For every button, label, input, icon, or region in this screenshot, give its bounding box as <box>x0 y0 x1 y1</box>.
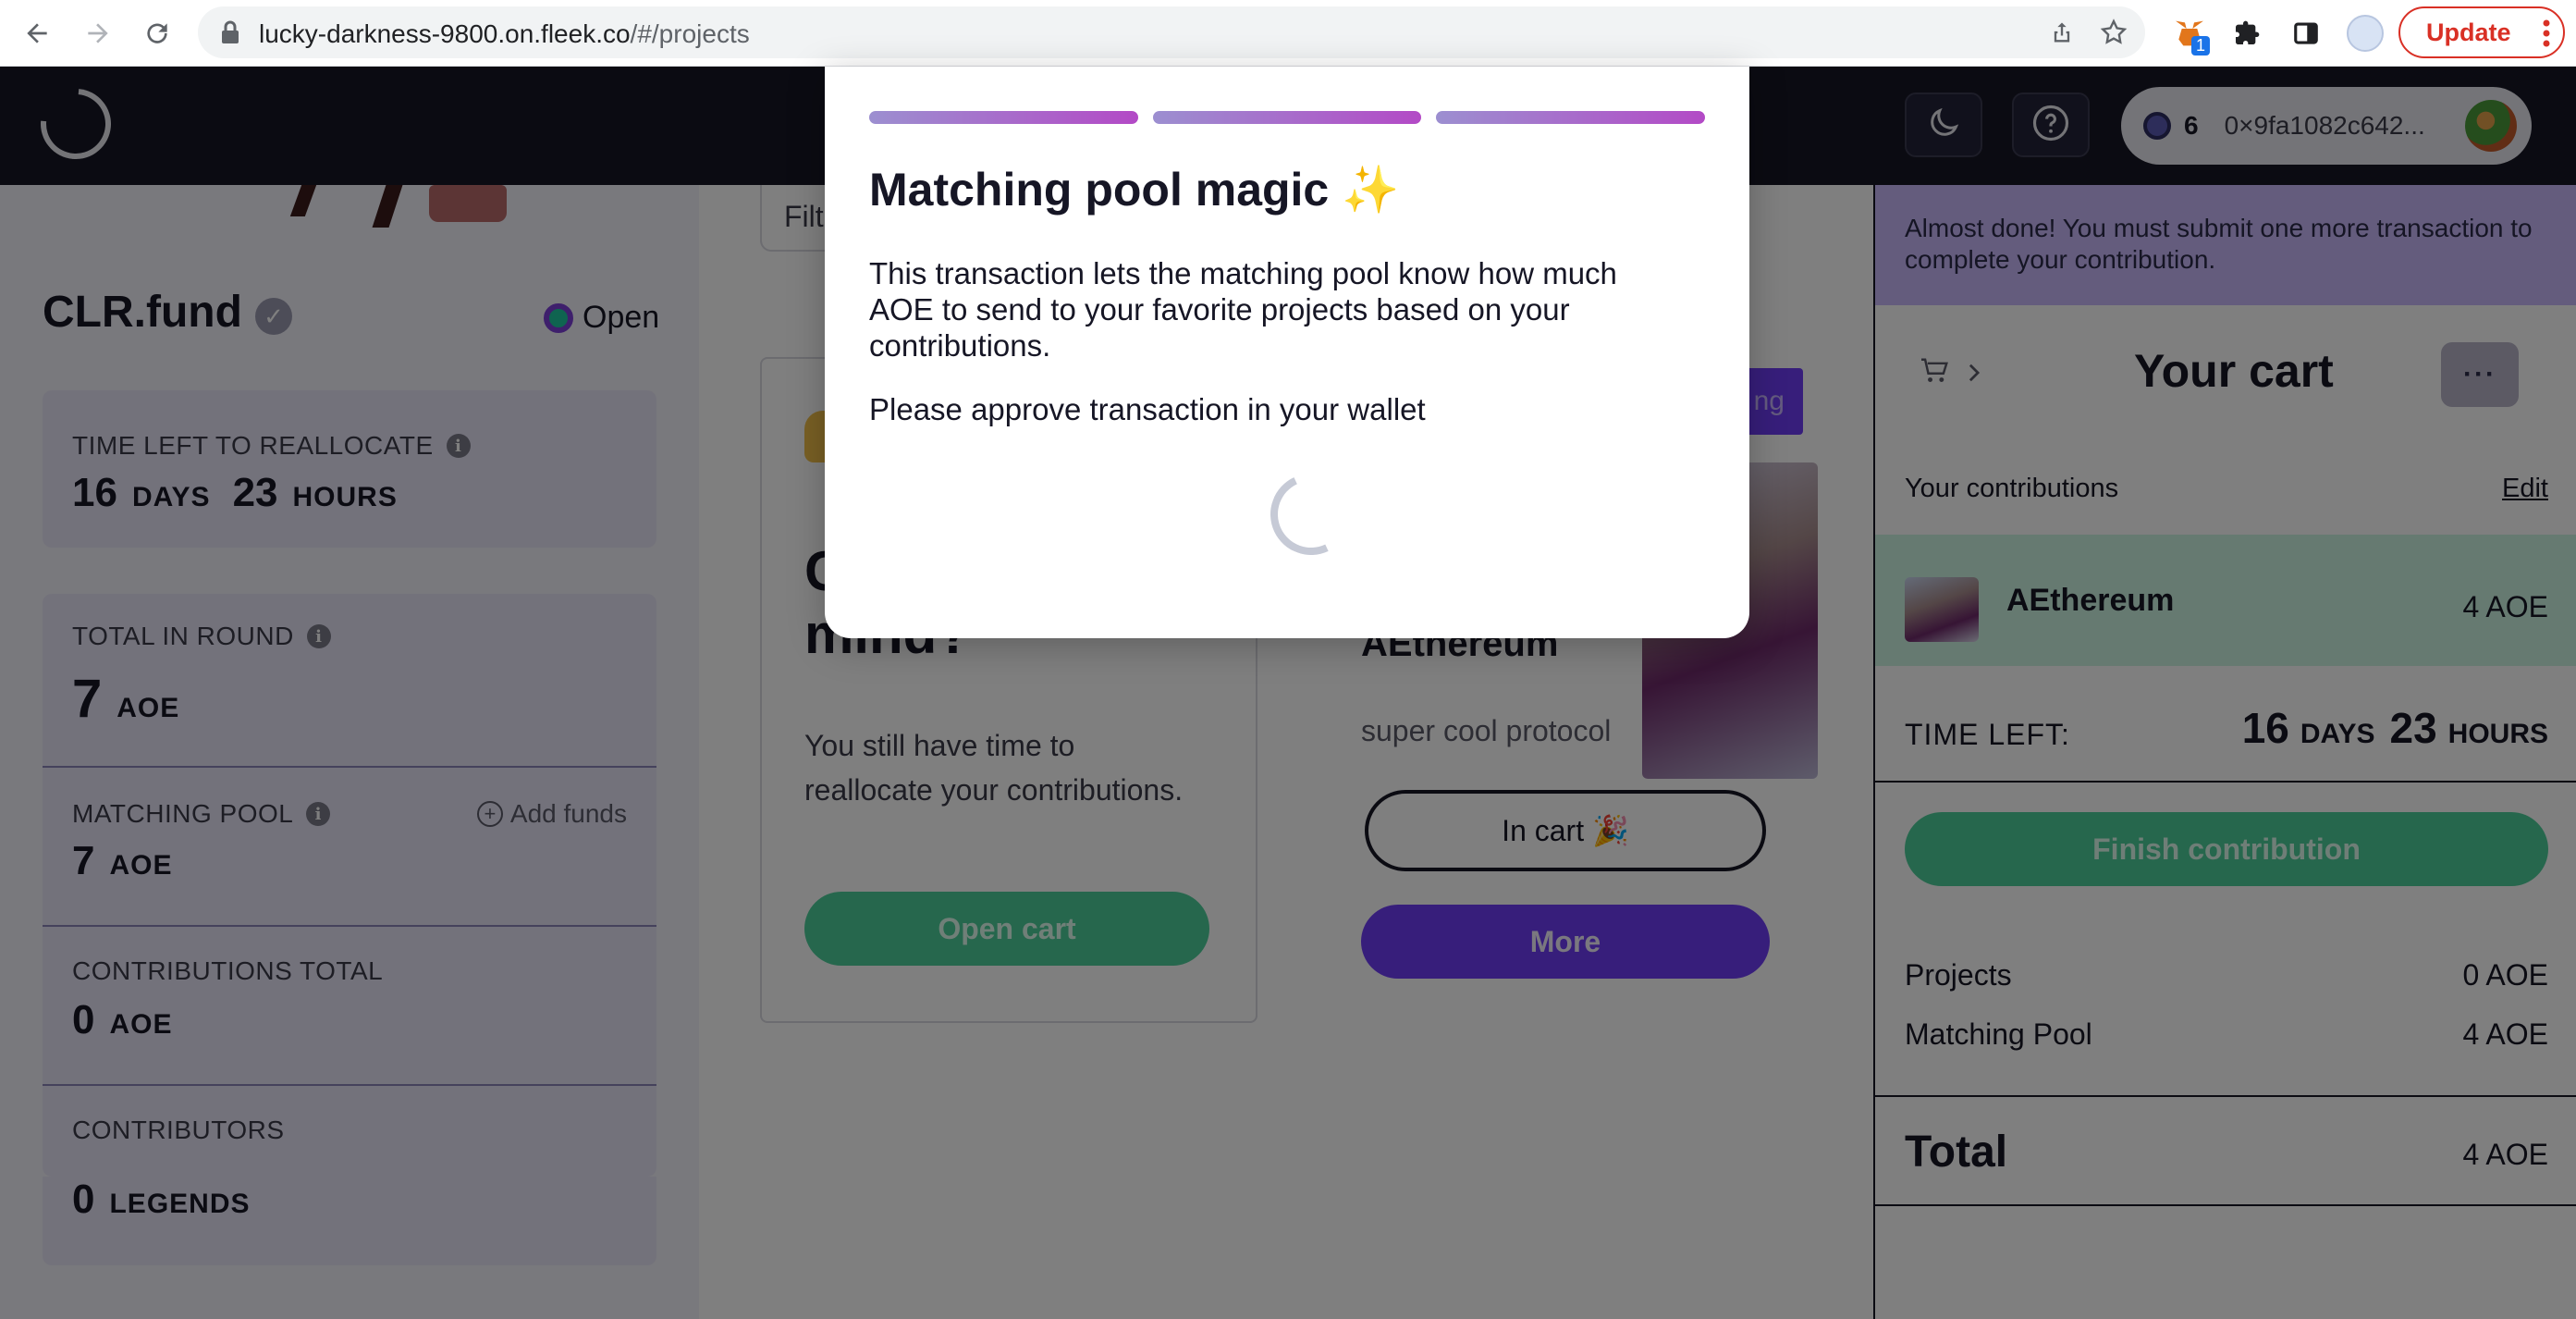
step-indicator <box>1436 111 1706 124</box>
side-panel-icon[interactable] <box>2286 13 2326 54</box>
browser-update-button[interactable]: Update <box>2398 6 2565 58</box>
step-progress <box>869 111 1706 124</box>
transaction-modal: Matching pool magic ✨ This transaction l… <box>825 67 1749 638</box>
profile-avatar-icon[interactable] <box>2345 13 2386 54</box>
share-icon[interactable] <box>2049 19 2075 50</box>
metamask-extension-icon[interactable]: 1 <box>2169 13 2210 55</box>
browser-toolbar: lucky-darkness-9800.on.fleek.co/#/projec… <box>0 0 2576 67</box>
step-indicator <box>869 111 1138 124</box>
address-bar[interactable]: lucky-darkness-9800.on.fleek.co/#/projec… <box>198 6 2145 58</box>
bookmark-star-icon[interactable] <box>2099 18 2128 52</box>
loading-spinner-icon <box>1258 462 1364 567</box>
extension-badge: 1 <box>2190 36 2210 55</box>
approve-instruction: Please approve transaction in your walle… <box>869 392 1426 426</box>
back-icon[interactable] <box>17 13 57 54</box>
reload-icon[interactable] <box>137 13 178 54</box>
step-indicator <box>1152 111 1422 124</box>
forward-icon[interactable] <box>78 13 118 54</box>
url-text: lucky-darkness-9800.on.fleek.co/#/projec… <box>259 19 750 48</box>
update-label: Update <box>2426 18 2511 46</box>
modal-body: This transaction lets the matching pool … <box>869 256 1617 363</box>
extensions-puzzle-icon[interactable] <box>2226 13 2267 54</box>
modal-title: Matching pool magic ✨ <box>869 164 1400 216</box>
lock-icon <box>220 20 240 49</box>
kebab-menu-icon <box>2543 19 2550 54</box>
